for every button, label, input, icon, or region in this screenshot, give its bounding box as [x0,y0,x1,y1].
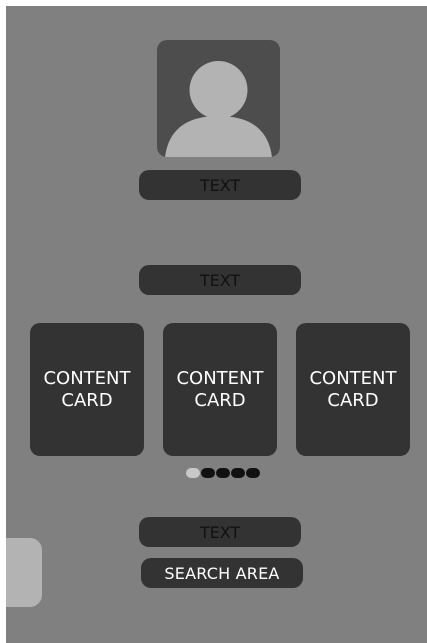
profile-name-text: TEXT [139,170,301,200]
content-card-label-line2: CARD [61,389,113,411]
content-card-label-line1: CONTENT [176,367,264,389]
pagination-dot-2[interactable] [201,468,215,478]
app-screen: TEXT TEXT CONTENT CARD CONTENT CARD CONT… [6,6,427,643]
pagination-dot-5[interactable] [246,468,260,478]
section-heading-text: TEXT [139,265,301,295]
content-card-carousel: CONTENT CARD CONTENT CARD CONTENT CARD [30,323,410,457]
content-card[interactable]: CONTENT CARD [296,323,410,456]
content-card-label-line2: CARD [327,389,379,411]
content-card[interactable]: CONTENT CARD [30,323,144,456]
content-card-label-line2: CARD [194,389,246,411]
content-card[interactable]: CONTENT CARD [163,323,277,456]
search-area[interactable]: SEARCH AREA [141,558,303,588]
pagination-dots [186,468,260,478]
profile-avatar[interactable] [157,40,280,157]
content-card-label-line1: CONTENT [309,367,397,389]
user-silhouette-icon [165,61,272,157]
footer-text: TEXT [139,517,301,547]
side-drawer-handle[interactable] [6,538,42,607]
pagination-dot-1[interactable] [186,468,200,478]
content-card-label-line1: CONTENT [43,367,131,389]
pagination-dot-4[interactable] [231,468,245,478]
pagination-dot-3[interactable] [216,468,230,478]
